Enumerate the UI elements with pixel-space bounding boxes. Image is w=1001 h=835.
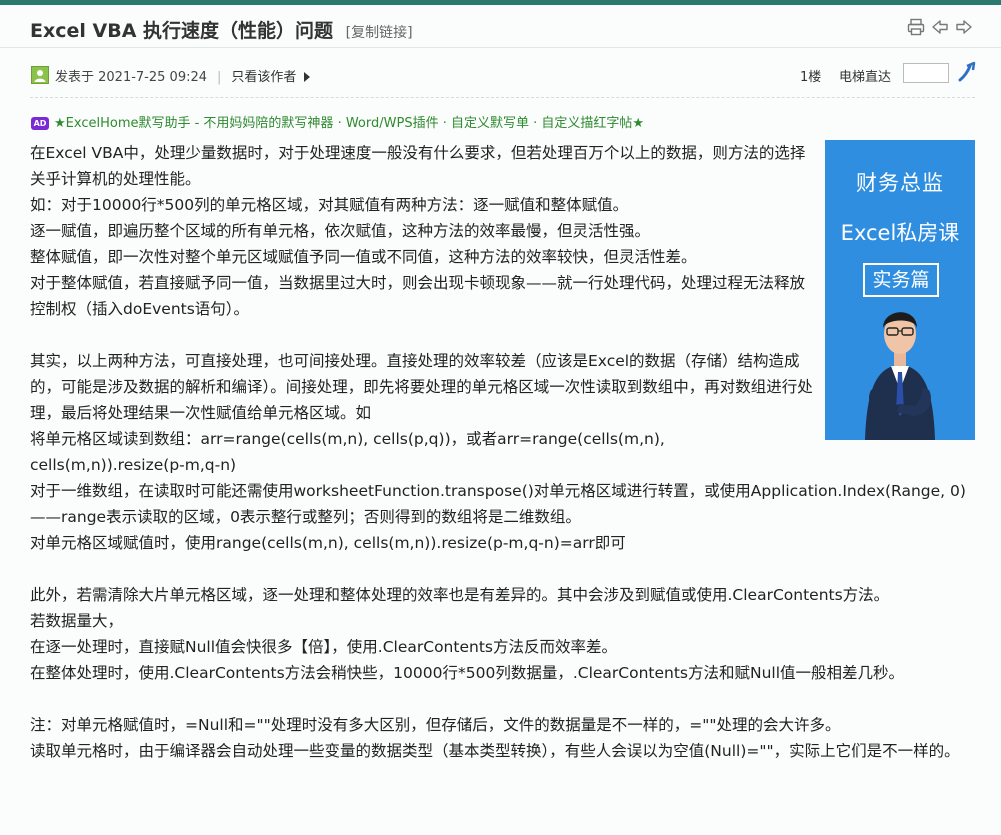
floor-jump-label: 电梯直达 xyxy=(839,70,892,85)
page-title: Excel VBA 执行速度（性能）问题 [复制链接] xyxy=(30,16,413,43)
post-content: 财务总监 Excel私房课 实务篇 在Excel VBA中，处理少量数据时，对于… xyxy=(30,140,975,764)
divider xyxy=(30,97,975,98)
ad-banner: AD ★ExcelHome默写助手 - 不用妈妈陪的默写神器 · Word/WPS… xyxy=(31,112,644,131)
floor-number: 1楼 xyxy=(800,70,822,85)
promo-line-1: 财务总监 xyxy=(856,171,944,195)
post-meta-bar: 发表于 2021-7-25 09:24 | 只看该作者 1楼 电梯直达 xyxy=(0,47,1001,97)
post-paragraph: 在逐一处理时，直接赋Null值会快很多【倍】，使用.ClearContents方… xyxy=(30,638,617,656)
post-paragraph: 此外，若需清除大片单元格区域，逐一处理和整体处理的效率也是有差异的。其中会涉及到… xyxy=(30,586,890,604)
previous-thread-icon[interactable] xyxy=(931,18,949,36)
jump-go-icon[interactable] xyxy=(957,61,979,83)
post-title: Excel VBA 执行速度（性能）问题 xyxy=(30,20,334,42)
post-paragraph: 在整体处理时，使用.ClearContents方法会稍快些，10000行*500… xyxy=(30,664,905,682)
next-thread-icon[interactable] xyxy=(955,18,973,36)
online-status-icon xyxy=(31,66,49,84)
title-actions xyxy=(907,18,973,36)
ad-link[interactable]: ★ExcelHome默写助手 - 不用妈妈陪的默写神器 · Word/WPS插件… xyxy=(54,116,644,131)
post-paragraph: 注：对单元格赋值时，=Null和=""处理时没有多大区别，但存储后，文件的数据量… xyxy=(30,716,841,734)
only-author-link[interactable]: 只看该作者 xyxy=(231,70,296,85)
floor-jump-input[interactable] xyxy=(903,63,949,83)
post-paragraph: 读取单元格时，由于编译器会自动处理一些变量的数据类型（基本类型转换），有些人会误… xyxy=(30,742,960,760)
post-time: 发表于 2021-7-25 09:24 xyxy=(55,70,208,85)
post-paragraph: 若数据量大， xyxy=(30,612,124,630)
ad-badge: AD xyxy=(31,117,49,130)
promo-line-3: 实务篇 xyxy=(863,263,939,297)
title-bar: Excel VBA 执行速度（性能）问题 [复制链接] xyxy=(0,5,1001,48)
meta-separator: | xyxy=(217,70,222,85)
triangle-right-icon[interactable] xyxy=(304,72,311,82)
promo-banner[interactable]: 财务总监 Excel私房课 实务篇 xyxy=(825,140,975,440)
promo-line-2: Excel私房课 xyxy=(840,221,960,245)
copy-link[interactable]: [复制链接] xyxy=(346,25,413,41)
post-paragraph: 对于一维数组，在读取时可能还需使用worksheetFunction.trans… xyxy=(30,482,966,526)
print-icon[interactable] xyxy=(907,18,925,36)
post-paragraph: 对单元格区域赋值时，使用range(cells(m,n), cells(m,n)… xyxy=(30,534,626,552)
post-meta: 发表于 2021-7-25 09:24 | 只看该作者 xyxy=(55,66,311,85)
